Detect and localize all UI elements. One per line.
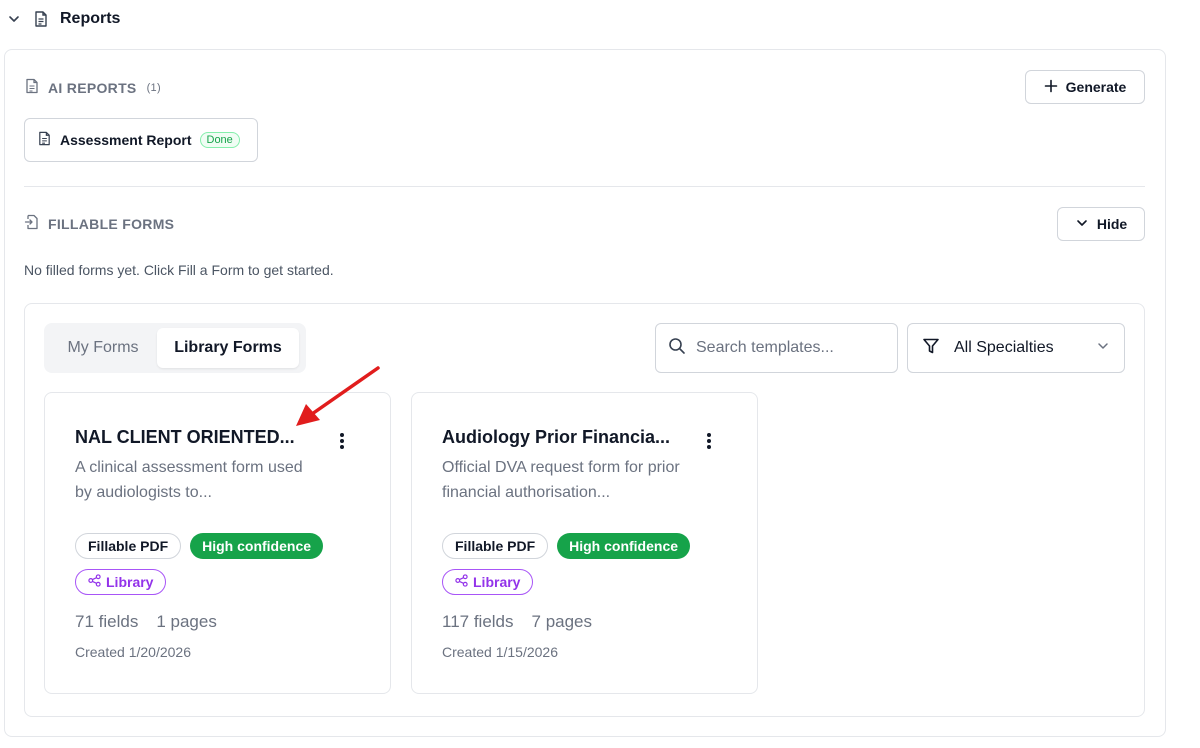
document-icon: [37, 131, 52, 149]
confidence-badge: High confidence: [190, 533, 324, 559]
badge-row: Fillable PDF High confidence: [442, 533, 691, 559]
kebab-menu-icon[interactable]: [702, 431, 716, 451]
tab-my-forms[interactable]: My Forms: [49, 328, 157, 368]
section-title: Reports: [60, 10, 121, 27]
page-count: 7 pages: [531, 612, 593, 631]
form-card[interactable]: NAL CLIENT ORIENTED... A clinical assess…: [44, 392, 391, 694]
report-name: Assessment Report: [60, 132, 192, 148]
share-nodes-icon: [88, 574, 101, 590]
fillable-forms-title: FILLABLE FORMS: [48, 215, 175, 232]
specialty-filter[interactable]: All Specialties: [907, 323, 1125, 373]
library-badge-label: Library: [106, 574, 154, 590]
library-badge: Library: [442, 569, 534, 595]
ai-reports-count: (1): [146, 81, 161, 94]
type-badge: Fillable PDF: [442, 533, 549, 559]
assessment-report-chip[interactable]: Assessment Report Done: [24, 118, 258, 162]
form-stats: 71 fields 1 pages: [75, 612, 217, 632]
form-description: A clinical assessment form used by audio…: [75, 459, 303, 501]
forms-tabs: My Forms Library Forms: [44, 323, 306, 373]
hide-label: Hide: [1096, 216, 1128, 232]
form-title[interactable]: Audiology Prior Financia...: [442, 427, 682, 448]
generate-button[interactable]: Generate: [1025, 70, 1145, 104]
search-input[interactable]: [696, 339, 886, 357]
search-icon: [668, 337, 686, 360]
empty-forms-message: No filled forms yet. Click Fill a Form t…: [24, 262, 334, 278]
tab-library-forms[interactable]: Library Forms: [157, 328, 299, 368]
plus-icon: [1044, 79, 1058, 96]
form-stats: 117 fields 7 pages: [442, 612, 592, 632]
library-badge-label: Library: [473, 574, 521, 590]
chevron-down-icon: [1096, 339, 1110, 358]
library-panel: My Forms Library Forms All Specialties N…: [24, 303, 1145, 717]
file-input-icon: [24, 214, 40, 233]
created-date: Created 1/20/2026: [75, 644, 191, 660]
reports-section-header[interactable]: Reports: [6, 10, 120, 28]
reports-panel: AI REPORTS (1) Generate Assessment Repor…: [4, 49, 1166, 737]
document-icon: [24, 78, 40, 97]
chevron-down-icon: [1075, 216, 1089, 233]
status-badge: Done: [199, 132, 240, 148]
field-count: 71 fields: [75, 612, 139, 631]
badge-row: Fillable PDF High confidence: [75, 533, 324, 559]
page-count: 1 pages: [156, 612, 217, 631]
document-icon: [32, 10, 50, 28]
created-date: Created 1/15/2026: [442, 644, 558, 660]
search-box[interactable]: [655, 323, 898, 373]
divider: [24, 186, 1145, 187]
generate-label: Generate: [1065, 79, 1127, 95]
chevron-down-icon[interactable]: [6, 11, 22, 27]
confidence-badge: High confidence: [557, 533, 691, 559]
ai-reports-header: AI REPORTS (1): [24, 78, 161, 97]
hide-button[interactable]: Hide: [1057, 207, 1145, 241]
kebab-menu-icon[interactable]: [335, 431, 349, 451]
fillable-forms-header: FILLABLE FORMS: [24, 214, 174, 233]
filter-icon: [922, 337, 940, 360]
form-card[interactable]: Audiology Prior Financia... Official DVA…: [411, 392, 758, 694]
ai-reports-title: AI REPORTS: [48, 79, 137, 96]
type-badge: Fillable PDF: [75, 533, 182, 559]
library-badge: Library: [75, 569, 167, 595]
specialty-selected: All Specialties: [954, 339, 1054, 356]
field-count: 117 fields: [442, 612, 514, 631]
form-title[interactable]: NAL CLIENT ORIENTED...: [75, 427, 315, 448]
form-description: Official DVA request form for prior fina…: [442, 459, 680, 501]
share-nodes-icon: [455, 574, 468, 590]
